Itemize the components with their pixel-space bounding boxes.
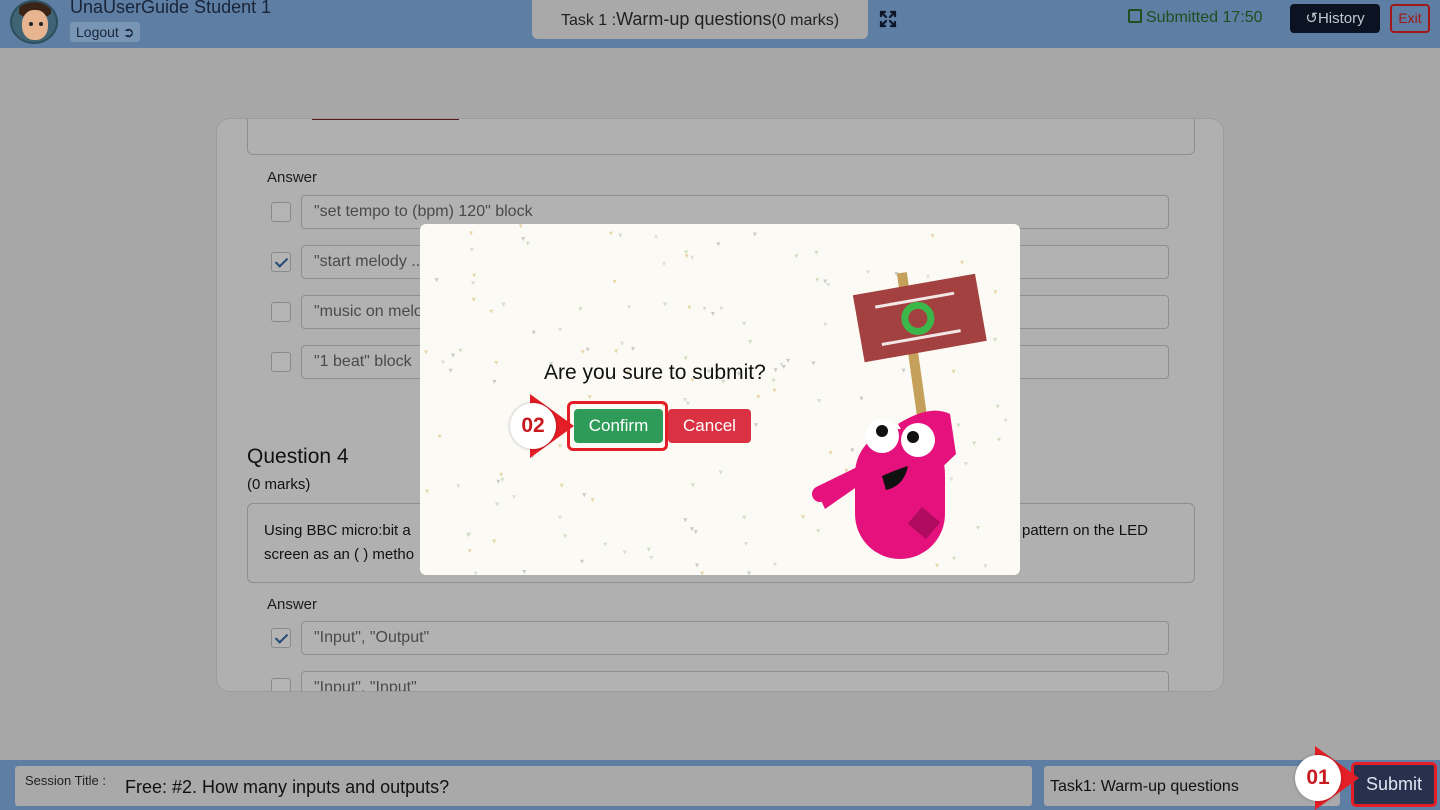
sign-out-icon: ➲ bbox=[122, 24, 135, 40]
confirm-button[interactable]: Confirm bbox=[574, 409, 663, 443]
submission-status-text: Submitted 17:50 bbox=[1146, 9, 1263, 26]
dialog-question: Are you sure to submit? bbox=[544, 361, 766, 384]
submission-status: Submitted 17:50 bbox=[1128, 9, 1263, 27]
step-marker-01: 01 bbox=[1293, 746, 1359, 810]
option-checkbox[interactable] bbox=[271, 678, 291, 691]
avatar bbox=[10, 0, 58, 44]
history-icon: ↺ bbox=[1305, 10, 1318, 27]
task-name: Warm-up questions bbox=[616, 9, 772, 29]
option-text: "Input", "Output" bbox=[301, 621, 1169, 655]
question-text-line: screen as an ( ) metho bbox=[264, 546, 415, 563]
expand-icon[interactable] bbox=[879, 10, 897, 28]
session-title-label: Session Title : bbox=[25, 773, 106, 788]
logout-button[interactable]: Logout ➲ bbox=[70, 22, 141, 42]
answer-label: Answer bbox=[267, 169, 318, 186]
bottom-bar: Session Title : Free: #2. How many input… bbox=[0, 760, 1440, 810]
code-block-image bbox=[312, 119, 459, 120]
step-marker-02: 02 bbox=[508, 394, 574, 458]
username: UnaUserGuide Student 1 bbox=[70, 0, 272, 17]
mascot-illustration bbox=[812, 272, 987, 559]
answer-option[interactable]: "Input", "Output" bbox=[271, 621, 1171, 655]
history-button[interactable]: ↺History bbox=[1290, 4, 1380, 33]
answer-option[interactable]: "Input", "Input" bbox=[271, 671, 1171, 691]
calendar-check-icon bbox=[1128, 9, 1142, 23]
option-text: "Input", "Input" bbox=[301, 671, 1169, 691]
question-title: Question 4 bbox=[247, 445, 349, 468]
task-title: Task 1 :Warm-up questions(0 marks) bbox=[532, 0, 868, 39]
question-marks: (0 marks) bbox=[247, 476, 311, 493]
question-text-line: pattern on the LED bbox=[1022, 522, 1148, 539]
step-number: 02 bbox=[510, 403, 556, 449]
option-checkbox[interactable] bbox=[271, 302, 291, 322]
session-title-value: Free: #2. How many inputs and outputs? bbox=[125, 777, 450, 797]
option-checkbox[interactable] bbox=[271, 628, 291, 648]
exit-button[interactable]: Exit bbox=[1390, 4, 1430, 33]
option-checkbox[interactable] bbox=[271, 252, 291, 272]
submit-button[interactable]: Submit bbox=[1351, 762, 1437, 807]
cancel-button[interactable]: Cancel bbox=[668, 409, 751, 443]
task-select-value: Task1: Warm-up questions bbox=[1050, 778, 1239, 795]
step-number: 01 bbox=[1295, 755, 1341, 801]
logout-label: Logout bbox=[76, 24, 119, 40]
task-marks: (0 marks) bbox=[771, 12, 840, 29]
option-checkbox[interactable] bbox=[271, 352, 291, 372]
session-title-field[interactable]: Session Title : Free: #2. How many input… bbox=[15, 766, 1032, 806]
question-text-line: Using BBC micro:bit a bbox=[264, 522, 411, 539]
previous-question-box bbox=[247, 119, 1195, 155]
top-bar: UnaUserGuide Student 1 Logout ➲ Task 1 :… bbox=[0, 0, 1440, 48]
task-prefix: Task 1 : bbox=[560, 12, 617, 29]
history-label: History bbox=[1317, 10, 1365, 27]
option-checkbox[interactable] bbox=[271, 202, 291, 222]
answer-label: Answer bbox=[267, 596, 318, 613]
